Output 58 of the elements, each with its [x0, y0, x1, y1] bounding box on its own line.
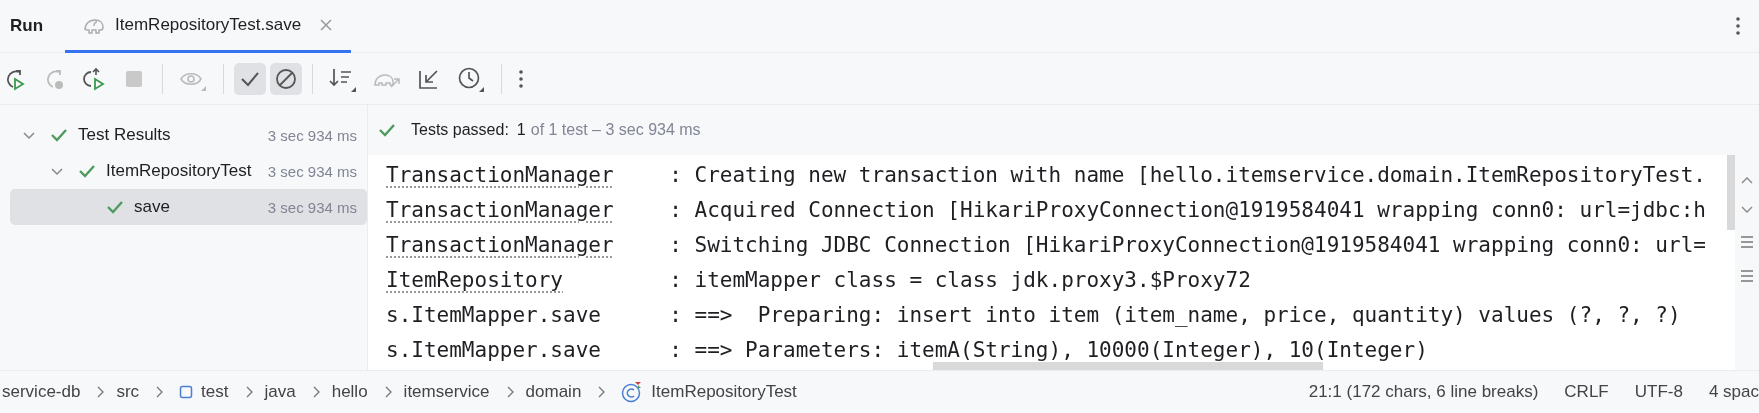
logger-link[interactable]: ItemRepository — [386, 267, 670, 292]
tree-item[interactable]: ItemRepositoryTest 3 sec 934 ms — [10, 153, 367, 189]
chevron-icon — [505, 386, 514, 398]
vertical-scrollbar[interactable] — [1727, 155, 1735, 230]
breadcrumb-item[interactable]: src — [116, 382, 140, 402]
log-message: : Creating new transaction with name [hello.itemservice.domain.ItemRepositoryTest. — [669, 162, 1706, 187]
run-tab[interactable]: ItemRepositoryTest.save — [65, 0, 352, 53]
clock-icon[interactable] — [457, 65, 485, 92]
log-message: : itemMapper class = class jdk.proxy3.$Proxy72 — [669, 267, 1251, 292]
class-icon — [621, 381, 644, 403]
summary-text: of 1 test – 3 sec 934 ms — [530, 121, 701, 139]
status-text: Tests passed: — [411, 121, 509, 139]
breadcrumb-item[interactable]: java — [264, 382, 296, 402]
show-passed-toggle[interactable] — [234, 62, 266, 95]
log-message: : Acquired Connection [HikariProxyConnection@1919584041 wrapping conn0: url=jdbc:h — [669, 197, 1706, 222]
logger-link[interactable]: TransactionManager — [386, 232, 670, 257]
logger-text: s.ItemMapper.save — [386, 337, 602, 362]
close-icon[interactable] — [319, 17, 334, 32]
chevron-icon — [597, 386, 606, 398]
log-message: : ==> Preparing: insert into item (item_name, price, quantity) values (?, ?, ?) — [669, 302, 1681, 327]
duration-text: 3 sec 934 ms — [266, 198, 357, 216]
toggle-rerun-icon[interactable] — [82, 66, 106, 91]
log-message: : Switching JDBC Connection [HikariProxyConnection@1919584041 wrapping conn0: url= — [669, 232, 1706, 257]
file-encoding[interactable]: UTF-8 — [1634, 382, 1683, 402]
line-separator[interactable]: CRLF — [1564, 382, 1609, 402]
chevron-icon — [383, 386, 392, 398]
show-ignored-toggle[interactable] — [270, 62, 302, 95]
breadcrumb-item[interactable]: ItemRepositoryTest — [651, 382, 797, 402]
scroll-down-icon[interactable] — [1741, 205, 1753, 215]
breadcrumb-item[interactable]: test — [201, 382, 229, 402]
count-text: 1 — [516, 121, 526, 139]
indent-setting[interactable]: 4 spac — [1708, 382, 1759, 402]
tree-item[interactable]: save 3 sec 934 ms — [10, 189, 367, 225]
more-icon[interactable] — [518, 68, 524, 89]
breadcrumb-item[interactable]: hello — [331, 382, 368, 402]
prohibited-icon — [274, 66, 298, 91]
panel-title: Run — [10, 16, 44, 36]
more-icon[interactable] — [1735, 16, 1741, 36]
soft-wrap-icon[interactable] — [1741, 235, 1753, 249]
caret-position[interactable]: 21:1 (172 chars, 6 line breaks) — [1308, 382, 1539, 402]
breadcrumb-item[interactable]: itemservice — [403, 382, 490, 402]
tree-item[interactable]: Test Results 3 sec 934 ms — [10, 117, 367, 153]
chevron-icon — [155, 386, 164, 398]
log-message: : ==> Parameters: itemA(String), 10000(Integer), 10(Integer) — [669, 337, 1428, 362]
breadcrumb-item[interactable]: service-db — [2, 382, 81, 402]
chevron-icon — [96, 386, 105, 398]
scroll-up-icon[interactable] — [1741, 175, 1753, 185]
logger-link[interactable]: TransactionManager — [386, 162, 670, 187]
logger-text: s.ItemMapper.save — [386, 302, 602, 327]
horizontal-scrollbar[interactable] — [933, 362, 1323, 370]
square-icon — [179, 385, 194, 399]
logger-link[interactable]: TransactionManager — [386, 197, 670, 222]
chevron-icon — [311, 386, 320, 398]
breadcrumb-item[interactable]: domain — [525, 382, 582, 402]
duration-text: 3 sec 934 ms — [266, 162, 357, 180]
duration-text: 3 sec 934 ms — [266, 126, 357, 144]
scroll-end-icon[interactable] — [1741, 269, 1753, 283]
chevron-icon — [244, 386, 253, 398]
